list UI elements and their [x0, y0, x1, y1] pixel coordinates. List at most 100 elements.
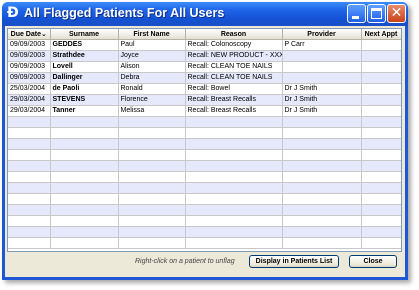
first-name-cell	[118, 171, 186, 183]
minimize-button[interactable]	[347, 4, 366, 23]
column-header-label: Next Appt	[364, 30, 398, 38]
table-row[interactable]: 09/09/2003 Strathdee Joyce Recall: NEW PROD…	[8, 50, 401, 62]
minimize-icon	[352, 16, 359, 19]
surname-cell	[50, 138, 119, 150]
due-date-cell	[8, 204, 51, 216]
column-header-due-date[interactable]: Due Date⌄	[8, 29, 51, 40]
first-name-cell	[118, 204, 186, 216]
next-appt-cell	[361, 116, 401, 128]
provider-cell	[282, 215, 362, 227]
empty-table-row[interactable]	[8, 237, 401, 249]
empty-table-row[interactable]	[8, 160, 401, 172]
due-date-cell	[8, 226, 51, 238]
reason-cell: Recall: Colonoscopy	[185, 39, 283, 51]
provider-cell	[282, 149, 362, 161]
provider-cell	[282, 193, 362, 205]
next-appt-cell	[361, 237, 401, 249]
surname-cell	[50, 171, 119, 183]
first-name-cell	[118, 182, 186, 194]
reason-cell	[185, 215, 283, 227]
column-header-label: Reason	[220, 30, 247, 38]
column-header-label: Provider	[307, 30, 336, 38]
next-appt-cell	[361, 182, 401, 194]
reason-cell	[185, 149, 283, 161]
due-date-cell: 09/09/2003	[8, 72, 51, 84]
due-date-cell	[8, 127, 51, 139]
surname-cell	[50, 160, 119, 172]
due-date-cell	[8, 215, 51, 227]
empty-table-row[interactable]	[8, 193, 401, 205]
surname-cell	[50, 127, 119, 139]
next-appt-cell	[361, 160, 401, 172]
surname-cell	[50, 226, 119, 238]
table-row[interactable]: 09/09/2003 GEDDES Paul Recall: Colonoscopy P…	[8, 39, 401, 51]
first-name-cell: Melissa	[118, 105, 186, 117]
first-name-cell: Ronald	[118, 83, 186, 95]
grid-body: 09/09/2003 GEDDES Paul Recall: Colonoscopy P…	[8, 39, 401, 249]
surname-cell	[50, 116, 119, 128]
empty-table-row[interactable]	[8, 138, 401, 150]
column-header-first-name[interactable]: First Name	[118, 29, 186, 40]
empty-table-row[interactable]	[8, 182, 401, 194]
next-appt-cell	[361, 171, 401, 183]
table-row[interactable]: 29/03/2004 STEVENS Florence Recall: Breast …	[8, 94, 401, 106]
first-name-cell	[118, 138, 186, 150]
display-in-patients-list-button[interactable]: Display in Patients List	[249, 255, 339, 268]
window-title: All Flagged Patients For All Users	[24, 6, 225, 20]
reason-cell	[185, 138, 283, 150]
first-name-cell: Joyce	[118, 50, 186, 62]
provider-cell	[282, 226, 362, 238]
column-header-provider[interactable]: Provider	[282, 29, 362, 40]
due-date-cell	[8, 160, 51, 172]
provider-cell: Dr J Smith	[282, 94, 362, 106]
provider-cell	[282, 61, 362, 73]
empty-table-row[interactable]	[8, 171, 401, 183]
provider-cell	[282, 160, 362, 172]
surname-cell	[50, 193, 119, 205]
column-header-next-appt[interactable]: Next Appt	[361, 29, 401, 40]
provider-cell	[282, 72, 362, 84]
surname-cell: Strathdee	[50, 50, 119, 62]
first-name-cell	[118, 116, 186, 128]
surname-cell: Lovell	[50, 61, 119, 73]
table-row[interactable]: 29/03/2004 Tanner Melissa Recall: Breast Re…	[8, 105, 401, 117]
dialog-body: Due Date⌄ Surname First Name Reason Prov…	[5, 26, 405, 277]
next-appt-cell	[361, 72, 401, 84]
due-date-cell: 09/09/2003	[8, 50, 51, 62]
maximize-button[interactable]	[367, 4, 386, 23]
provider-cell	[282, 116, 362, 128]
patients-grid[interactable]: Due Date⌄ Surname First Name Reason Prov…	[7, 28, 402, 252]
surname-cell: Tanner	[50, 105, 119, 117]
table-row[interactable]: 09/09/2003 Dallinger Debra Recall: CLEAN TO…	[8, 72, 401, 84]
empty-table-row[interactable]	[8, 116, 401, 128]
provider-cell	[282, 182, 362, 194]
column-header-surname[interactable]: Surname	[50, 29, 119, 40]
provider-cell	[282, 138, 362, 150]
reason-cell	[185, 226, 283, 238]
reason-cell	[185, 116, 283, 128]
surname-cell	[50, 215, 119, 227]
reason-cell	[185, 204, 283, 216]
reason-cell: Recall: NEW PRODUCT - XXXX	[185, 50, 283, 62]
close-button[interactable]: Close	[349, 255, 397, 268]
empty-table-row[interactable]	[8, 204, 401, 216]
table-row[interactable]: 25/03/2004 de Paoli Ronald Recall: Bowel Dr …	[8, 83, 401, 95]
due-date-cell	[8, 116, 51, 128]
window-close-button[interactable]: ✕	[387, 4, 406, 23]
column-header-reason[interactable]: Reason	[185, 29, 283, 40]
next-appt-cell	[361, 193, 401, 205]
unflag-hint: Right-click on a patient to unflag	[135, 258, 235, 265]
due-date-cell: 09/09/2003	[8, 39, 51, 51]
reason-cell: Recall: CLEAN TOE NAILS	[185, 61, 283, 73]
empty-table-row[interactable]	[8, 149, 401, 161]
title-bar[interactable]: Ð All Flagged Patients For All Users ✕	[2, 2, 408, 26]
table-row[interactable]: 09/09/2003 Lovell Alison Recall: CLEAN TOE …	[8, 61, 401, 73]
surname-cell	[50, 182, 119, 194]
next-appt-cell	[361, 149, 401, 161]
next-appt-cell	[361, 204, 401, 216]
empty-table-row[interactable]	[8, 215, 401, 227]
empty-table-row[interactable]	[8, 226, 401, 238]
due-date-cell	[8, 149, 51, 161]
empty-table-row[interactable]	[8, 127, 401, 139]
next-appt-cell	[361, 215, 401, 227]
